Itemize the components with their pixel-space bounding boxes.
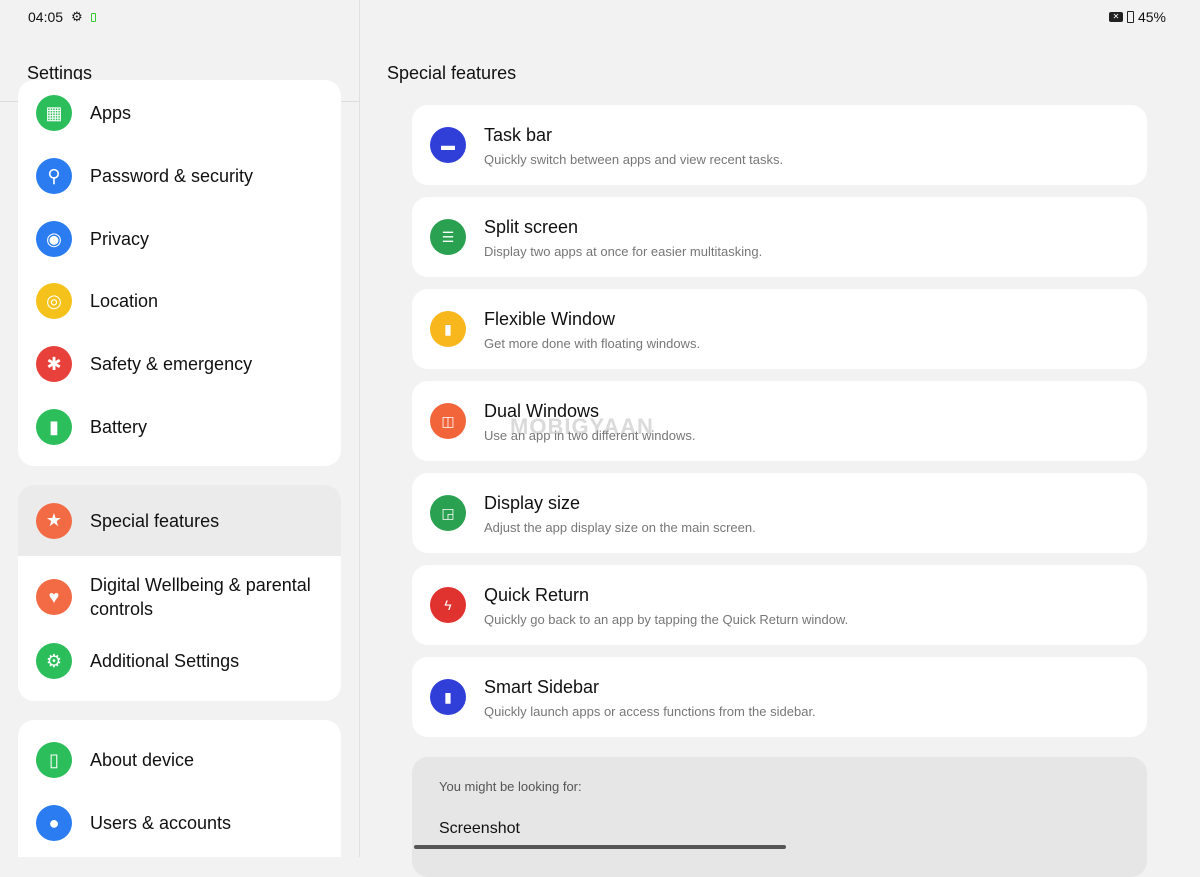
- display-size-icon: ◲: [430, 495, 466, 531]
- taskbar-icon: ▬: [430, 127, 466, 163]
- sidebar-item-additional-settings[interactable]: ⚙ Additional Settings: [18, 631, 341, 691]
- quick-return-icon: ϟ: [430, 587, 466, 623]
- flexible-window-icon: ▮: [430, 311, 466, 347]
- sidebar-item-label: Battery: [90, 417, 148, 437]
- smart-sidebar-icon: ▮: [430, 679, 466, 715]
- sidebar-item-label: Apps: [90, 103, 132, 123]
- no-sim-icon: ✕: [1108, 12, 1123, 22]
- settings-group-1: ▦ Apps ⚲ Password & security ◉ Privacy ◎ Locati…: [18, 80, 341, 466]
- sidebar-item-label: Location: [90, 291, 159, 311]
- apps-icon: ▦: [36, 95, 72, 131]
- sidebar-item-label: Users & accounts: [90, 813, 232, 833]
- suggestions-heading: You might be looking for:: [439, 779, 582, 794]
- page-title: Special features: [387, 63, 517, 83]
- key-icon: ⚲: [36, 158, 72, 194]
- sidebar-item-special-features[interactable]: ★ Special features: [18, 485, 341, 556]
- settings-group-3: ▯ About device ● Users & accounts: [18, 720, 341, 857]
- battery-saver-icon: [90, 12, 96, 22]
- feature-title: Split screen: [484, 217, 579, 237]
- feature-subtitle: Quickly switch between apps and view rec…: [484, 152, 784, 167]
- settings-group-2: ★ Special features ♥ Digital Wellbeing & pa…: [18, 485, 341, 701]
- feature-subtitle: Adjust the app display size on the main …: [484, 520, 756, 535]
- wellbeing-icon: ♥: [36, 579, 72, 615]
- feature-display-size[interactable]: ◲ Display size Adjust the app display size…: [412, 473, 1147, 553]
- sidebar-item-location[interactable]: ◎ Location: [18, 283, 341, 319]
- sidebar-item-label: Safety & emergency: [90, 354, 253, 374]
- settings-sidebar: 04:05 ⚙ Settings ▦ Apps ⚲ Password & securi…: [0, 0, 360, 857]
- feature-subtitle: Display two apps at once for easier mult…: [484, 244, 763, 259]
- privacy-eye-icon: ◉: [36, 221, 72, 257]
- battery-percent: 45%: [1137, 9, 1166, 25]
- location-icon: ◎: [36, 283, 72, 319]
- sidebar-item-battery[interactable]: ▮ Battery: [18, 409, 341, 445]
- battery-icon: ▮: [36, 409, 72, 445]
- status-bar-left: 04:05 ⚙: [28, 9, 96, 25]
- sidebar-item-label: Special features: [90, 510, 220, 531]
- sidebar-item-label: Additional Settings: [90, 651, 240, 671]
- battery-icon: [1126, 11, 1134, 23]
- feature-quick-return[interactable]: ϟ Quick Return Quickly go back to an app b…: [412, 565, 1147, 645]
- status-bar-right: ✕ 45%: [1108, 9, 1166, 25]
- home-indicator[interactable]: [414, 845, 786, 849]
- split-screen-icon: ☰: [430, 219, 466, 255]
- sidebar-item-password-security[interactable]: ⚲ Password & security: [18, 158, 341, 194]
- sidebar-item-digital-wellbeing-parental-controls[interactable]: ♥ Digital Wellbeing & parental controls: [18, 558, 341, 636]
- dual-windows-icon: ◫: [430, 403, 466, 439]
- gear-icon: ⚙: [71, 9, 83, 24]
- sidebar-item-safety-emergency[interactable]: ✱ Safety & emergency: [18, 346, 341, 382]
- sidebar-item-about-device[interactable]: ▯ About device: [18, 742, 341, 778]
- sidebar-item-label: Privacy: [90, 229, 150, 249]
- feature-flexible-window[interactable]: ▮ Flexible Window Get more done with float…: [412, 289, 1147, 369]
- suggestions-panel: You might be looking for: Screenshot: [412, 757, 1147, 877]
- sidebar-item-label: Password & security: [90, 166, 254, 186]
- clock: 04:05: [28, 9, 64, 25]
- sidebar-item-apps[interactable]: ▦ Apps: [18, 95, 341, 131]
- feature-title: Display size: [484, 493, 581, 513]
- feature-smart-sidebar[interactable]: ▮ Smart Sidebar Quickly launch apps or acc…: [412, 657, 1147, 737]
- feature-subtitle: Get more done with floating windows.: [484, 336, 701, 351]
- sidebar-item-users-accounts[interactable]: ● Users & accounts: [18, 805, 341, 841]
- feature-title: Smart Sidebar: [484, 677, 600, 697]
- feature-title: Quick Return: [484, 585, 590, 605]
- suggestion-item[interactable]: Screenshot: [439, 820, 520, 838]
- sidebar-item-label: Digital Wellbeing & parental controls: [90, 575, 311, 619]
- star-icon: ★: [36, 502, 72, 539]
- asterisk-icon: ✱: [36, 346, 72, 382]
- feature-subtitle: Quickly launch apps or access functions …: [484, 704, 816, 719]
- feature-task-bar[interactable]: ▬ Task bar Quickly switch between apps and…: [412, 105, 1147, 185]
- sidebar-item-label: About device: [90, 750, 195, 770]
- feature-subtitle: Quickly go back to an app by tapping the…: [484, 612, 849, 627]
- gear-icon: ⚙: [36, 643, 72, 679]
- watermark: MOBIGYAAN: [510, 414, 654, 439]
- feature-title: Flexible Window: [484, 309, 616, 329]
- user-icon: ●: [36, 805, 72, 841]
- device-icon: ▯: [36, 742, 72, 778]
- sidebar-item-privacy[interactable]: ◉ Privacy: [18, 221, 341, 257]
- feature-split-screen[interactable]: ☰ Split screen Display two apps at once fo…: [412, 197, 1147, 277]
- feature-title: Task bar: [484, 125, 553, 145]
